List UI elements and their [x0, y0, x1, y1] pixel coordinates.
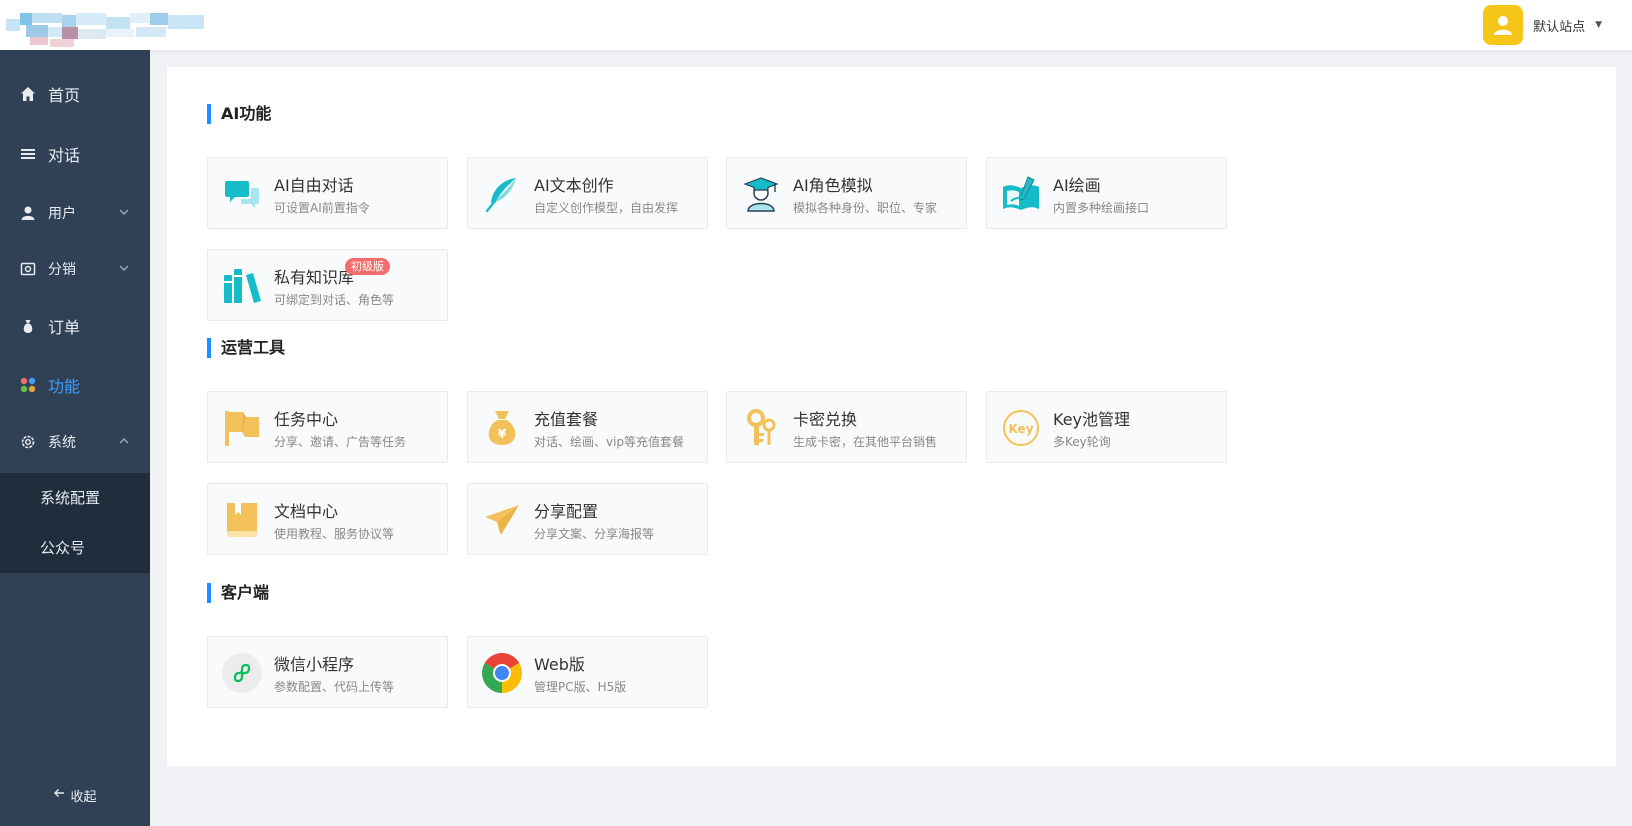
sidebar-subitem-system-config[interactable]: 系统配置	[0, 473, 150, 523]
card-desc: 可绑定到对话、角色等	[274, 293, 395, 307]
money-bag-icon: ¥	[482, 408, 522, 448]
caret-down-icon[interactable]: ▼	[1595, 20, 1602, 30]
key-icon	[741, 408, 781, 448]
top-header: 默认站点 ▼	[0, 0, 1632, 50]
card-task-center[interactable]: 任务中心 分享、邀请、广告等任务	[207, 391, 448, 463]
sidebar-item-label: 订单	[48, 318, 81, 337]
card-wechat-mini-program[interactable]: 微信小程序 参数配置、代码上传等	[207, 636, 448, 708]
sidebar-item-system[interactable]: 系统	[0, 414, 150, 470]
chevron-up-icon	[119, 438, 129, 444]
sidebar-item-chat[interactable]: 对话	[0, 126, 150, 182]
card-title: 私有知识库	[274, 268, 355, 287]
card-web-version[interactable]: Web版 管理PC版、H5版	[467, 636, 708, 708]
sidebar-item-label: 对话	[48, 146, 81, 165]
chrome-icon	[482, 653, 522, 693]
card-title: AI自由对话	[274, 176, 354, 195]
card-desc: 对话、绘画、vip等充值套餐	[534, 435, 685, 449]
card-doc-center[interactable]: 文档中心 使用教程、服务协议等	[207, 483, 448, 555]
system-submenu: 系统配置 公众号	[0, 473, 150, 573]
card-title: AI绘画	[1053, 176, 1101, 195]
svg-text:¥: ¥	[498, 427, 507, 441]
site-name[interactable]: 默认站点	[1533, 16, 1585, 35]
card-desc: 多Key轮询	[1053, 435, 1111, 449]
card-ai-chat[interactable]: AI自由对话 可设置AI前置指令	[207, 157, 448, 229]
card-title: 微信小程序	[274, 655, 355, 674]
painting-icon	[1001, 174, 1041, 214]
card-title: Key池管理	[1053, 410, 1131, 429]
card-desc: 生成卡密，在其他平台销售	[793, 435, 938, 449]
key-circle-icon: Key	[1001, 408, 1041, 448]
sidebar-item-label: 系统	[48, 435, 76, 451]
card-desc: 自定义创作模型，自由发挥	[534, 201, 679, 215]
card-desc: 模拟各种身份、职位、专家	[793, 201, 938, 215]
collapse-label: 收起	[70, 789, 97, 805]
card-ai-role[interactable]: AI角色模拟 模拟各种身份、职位、专家	[726, 157, 967, 229]
card-desc: 参数配置、代码上传等	[274, 680, 395, 694]
card-desc: 可设置AI前置指令	[274, 201, 370, 215]
sidebar-item-label: 首页	[48, 86, 81, 105]
list-icon	[20, 146, 36, 162]
card-card-redeem[interactable]: 卡密兑换 生成卡密，在其他平台销售	[726, 391, 967, 463]
sidebar-item-label: 功能	[48, 377, 81, 396]
card-title: Web版	[534, 655, 585, 674]
section-title-ai: AI功能	[207, 104, 271, 124]
home-icon	[20, 86, 36, 102]
sidebar-item-label: 分销	[48, 262, 76, 278]
card-title: 任务中心	[274, 410, 339, 429]
edition-badge: 初级版	[345, 258, 390, 275]
distribution-icon	[20, 261, 36, 277]
chat-bubbles-icon	[222, 174, 262, 214]
mini-program-icon	[222, 653, 262, 693]
avatar[interactable]	[1483, 5, 1524, 45]
flag-icon	[222, 408, 262, 448]
paper-plane-icon	[482, 500, 522, 540]
card-title: 充值套餐	[534, 410, 599, 429]
sidebar-item-features[interactable]: 功能	[0, 357, 150, 413]
sidebar-item-distribution[interactable]: 分销	[0, 241, 150, 297]
book-icon	[222, 500, 262, 540]
apps-icon	[20, 377, 36, 393]
card-key-pool[interactable]: Key Key池管理 多Key轮询	[986, 391, 1227, 463]
collapse-button[interactable]: 收起	[0, 780, 150, 810]
main-content: AI功能 AI自由对话 可设置AI前置指令 AI文本创作 自定义创作模型，自由发…	[166, 66, 1617, 767]
card-desc: 分享、邀请、广告等任务	[274, 435, 407, 449]
card-title: 卡密兑换	[793, 410, 858, 429]
sidebar: 首页 对话 用户 分销 订单 功能 系统 系统配置 公众号 收起	[0, 50, 150, 826]
sidebar-item-users[interactable]: 用户	[0, 185, 150, 241]
user-avatar-icon	[1494, 16, 1513, 35]
logo	[6, 13, 210, 47]
section-title-operations: 运营工具	[207, 338, 285, 358]
section-title-clients: 客户端	[207, 583, 269, 603]
feather-pen-icon	[482, 174, 522, 214]
chevron-down-icon	[119, 265, 129, 271]
card-title: 分享配置	[534, 502, 599, 521]
user-menu[interactable]: 默认站点 ▼	[1483, 5, 1602, 45]
card-desc: 内置多种绘画接口	[1053, 201, 1150, 215]
money-bag-icon	[20, 318, 36, 334]
sidebar-item-orders[interactable]: 订单	[0, 298, 150, 354]
sidebar-subitem-official-account[interactable]: 公众号	[0, 523, 150, 573]
svg-text:Key: Key	[1008, 422, 1033, 436]
graduate-icon	[741, 174, 781, 214]
user-icon	[20, 205, 36, 221]
card-desc: 管理PC版、H5版	[534, 680, 627, 694]
card-ai-painting[interactable]: AI绘画 内置多种绘画接口	[986, 157, 1227, 229]
sidebar-item-label: 用户	[48, 206, 76, 222]
card-recharge-packages[interactable]: ¥ 充值套餐 对话、绘画、vip等充值套餐	[467, 391, 708, 463]
card-share-config[interactable]: 分享配置 分享文案、分享海报等	[467, 483, 708, 555]
chevron-down-icon	[119, 209, 129, 215]
card-ai-writing[interactable]: AI文本创作 自定义创作模型，自由发挥	[467, 157, 708, 229]
books-icon	[222, 266, 262, 306]
card-desc: 使用教程、服务协议等	[274, 527, 395, 541]
sidebar-item-home[interactable]: 首页	[0, 66, 150, 122]
card-title: AI文本创作	[534, 176, 614, 195]
card-title: AI角色模拟	[793, 176, 873, 195]
card-title: 文档中心	[274, 502, 339, 521]
card-knowledge-base[interactable]: 私有知识库 初级版 可绑定到对话、角色等	[207, 249, 448, 321]
card-desc: 分享文案、分享海报等	[534, 527, 655, 541]
arrow-left-icon	[53, 787, 65, 803]
gear-icon	[20, 434, 36, 450]
